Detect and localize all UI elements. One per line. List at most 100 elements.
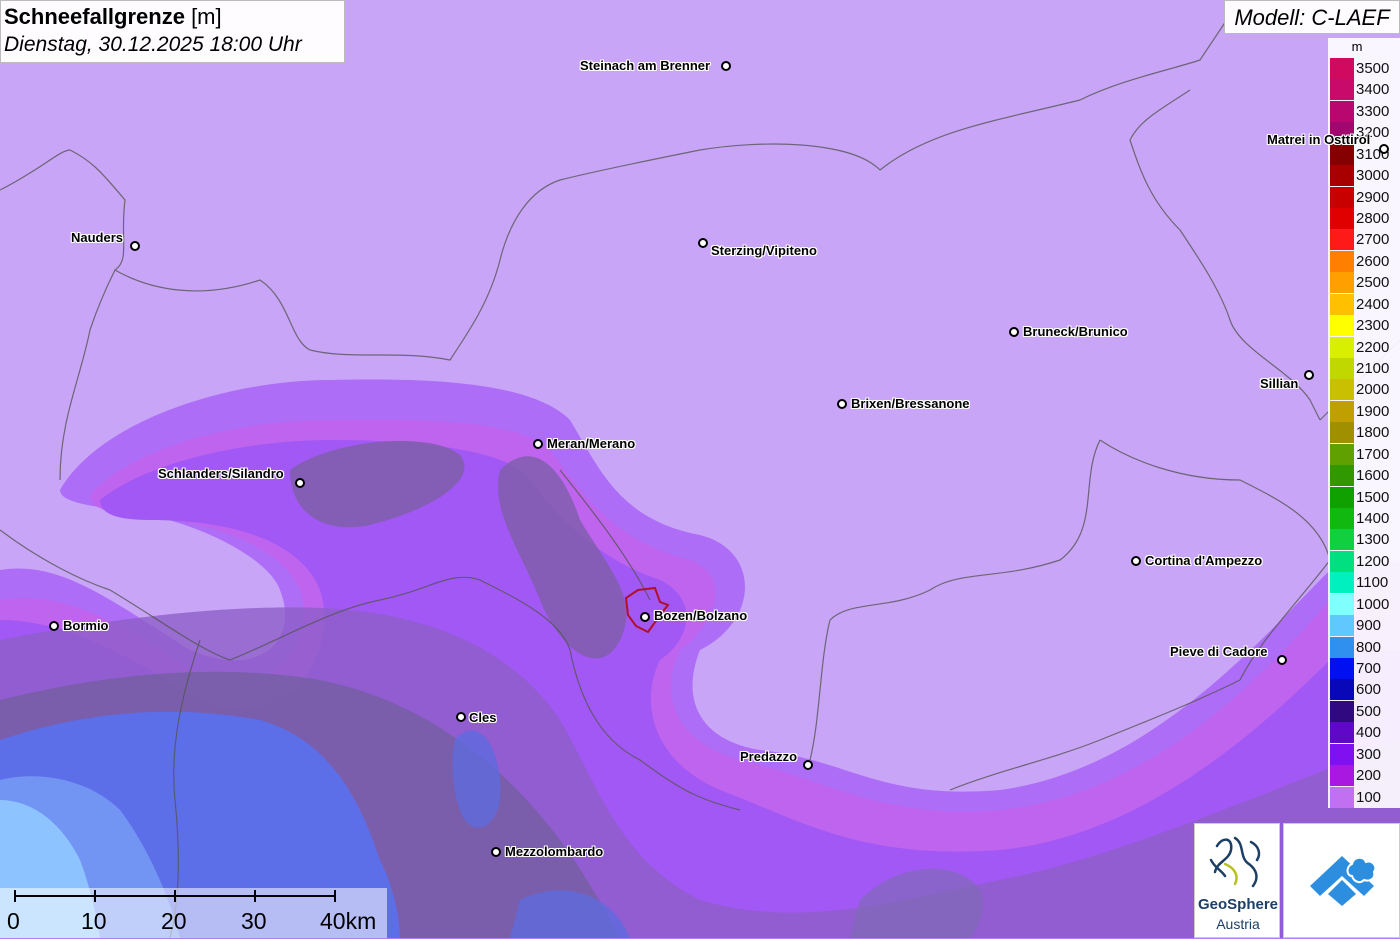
city-marker [1379, 144, 1389, 154]
legend-swatch [1330, 465, 1354, 487]
city-marker [130, 241, 140, 251]
city-label: Cles [469, 710, 497, 725]
geosphere-logo[interactable]: GeoSphere Austria [1194, 823, 1280, 938]
city-marker [698, 238, 708, 248]
legend-swatch [1330, 743, 1354, 765]
city-label: Nauders [71, 230, 124, 245]
city-marker [1304, 370, 1314, 380]
legend-entry: 100 [1330, 786, 1400, 808]
legend-entry: 1800 [1330, 422, 1400, 444]
legend-label: 800 [1356, 638, 1382, 656]
legend-label: 900 [1356, 617, 1382, 635]
legend-swatch [1330, 593, 1354, 615]
legend-swatch [1330, 786, 1354, 808]
legend-entry: 400 [1330, 722, 1400, 744]
geosphere-logo-icon [1209, 836, 1261, 888]
city-label: Pieve di Cadore [1170, 644, 1268, 659]
legend-entry: 3500 [1330, 58, 1400, 79]
legend-entry: 2600 [1330, 250, 1400, 272]
legend-label: 3000 [1356, 167, 1390, 185]
scale-label-30: 30 [241, 908, 267, 934]
legend-label: 1100 [1356, 574, 1389, 592]
map-datetime: Dienstag, 30.12.2025 18:00 Uhr [4, 33, 302, 56]
legend-label: 1400 [1356, 510, 1390, 528]
legend-swatch [1330, 636, 1354, 658]
city-marker [803, 760, 813, 770]
city-label: Predazzo [740, 749, 798, 764]
legend-entry: 2200 [1330, 336, 1400, 358]
legend-entry: 2100 [1330, 358, 1400, 380]
city-marker [49, 621, 59, 631]
legend-label: 1200 [1356, 552, 1390, 570]
city-marker [1277, 655, 1287, 665]
legend-entry: 1600 [1330, 465, 1400, 487]
legend-label: 400 [1356, 724, 1382, 742]
legend-swatch [1330, 379, 1354, 401]
legend-swatch [1330, 422, 1354, 444]
map-title: Schneefallgrenze [m] [4, 3, 341, 31]
legend-swatch [1330, 272, 1354, 294]
city-marker [1131, 556, 1141, 566]
scale-label-0: 0 [7, 908, 20, 934]
scale-label-40: 40km [320, 908, 377, 934]
legend-label: 1800 [1356, 424, 1390, 442]
legend-swatch [1330, 486, 1354, 508]
color-legend: m 3500 3400 3300 3200 3100 3000 2900 2800 2700 26… [1328, 38, 1400, 808]
legend-label: 1900 [1356, 402, 1390, 420]
map-title-box: Schneefallgrenze [m] Dienstag, 30.12.202… [0, 0, 345, 63]
legend-entry: 2800 [1330, 208, 1400, 229]
model-label: Modell: C-LAEF [1224, 0, 1400, 34]
legend-swatch [1330, 186, 1354, 208]
legend-swatch [1330, 572, 1354, 594]
legend-entry: 1000 [1330, 593, 1400, 615]
legend-label: 700 [1356, 660, 1382, 678]
legend-swatch [1330, 250, 1354, 272]
city-label: Steinach am Brenner [580, 58, 711, 73]
legend-swatch [1330, 658, 1354, 680]
legend-swatch [1330, 100, 1354, 122]
legend-swatch [1330, 315, 1354, 337]
scale-label-10: 10 [81, 908, 107, 934]
legend-label: 2800 [1356, 210, 1390, 227]
city-marker [640, 612, 650, 622]
legend-entry: 1400 [1330, 508, 1400, 530]
legend-label: 3300 [1356, 102, 1390, 120]
city-marker [491, 847, 501, 857]
legend-label: 2200 [1356, 338, 1390, 356]
legend-label: 3500 [1356, 60, 1390, 77]
legend-label: 500 [1356, 702, 1382, 720]
city-label: Bormio [63, 618, 109, 633]
legend-label: 2600 [1356, 252, 1390, 270]
legend-label: 200 [1356, 767, 1382, 785]
legend-swatch [1330, 293, 1354, 315]
legend-entry: 1500 [1330, 486, 1400, 508]
legend-swatch [1330, 358, 1354, 380]
city-label: Bruneck/Brunico [1023, 324, 1128, 339]
legend-label: 3400 [1356, 81, 1390, 99]
legend-entry: 2900 [1330, 186, 1400, 208]
map-title-bold: Schneefallgrenze [4, 4, 185, 29]
legend-label: 300 [1356, 745, 1382, 763]
legend-swatch [1330, 765, 1354, 787]
city-marker [837, 399, 847, 409]
legend-swatch [1330, 79, 1354, 101]
legend-swatch [1330, 722, 1354, 744]
legend-label: 1000 [1356, 595, 1390, 613]
legend-swatch [1330, 615, 1354, 637]
legend-entry: 2300 [1330, 315, 1400, 337]
city-marker [721, 61, 731, 71]
city-marker [295, 478, 305, 488]
legend-swatch [1330, 336, 1354, 358]
city-label: Mezzolombardo [505, 844, 604, 859]
legend-entry: 2400 [1330, 293, 1400, 315]
legend-label: 2900 [1356, 188, 1390, 206]
legend-swatch [1330, 529, 1354, 551]
legend-entry: 900 [1330, 615, 1400, 637]
city-label: Meran/Merano [547, 436, 636, 451]
cloud-arrow-logo[interactable] [1283, 823, 1400, 938]
city-label: Matrei in Osttirol [1267, 132, 1371, 147]
city-marker [456, 712, 466, 722]
legend-label: 2400 [1356, 295, 1390, 313]
city-label: Bozen/Bolzano [654, 608, 748, 623]
legend-entry: 1200 [1330, 550, 1400, 572]
